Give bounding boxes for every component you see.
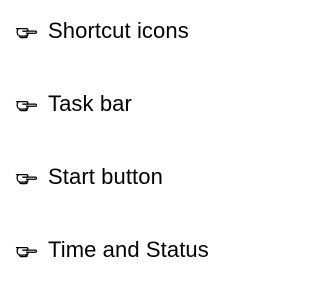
- list-item-label: Task bar: [48, 91, 132, 116]
- pointing-hand-icon: [14, 165, 38, 189]
- pointing-hand-icon: [14, 92, 38, 116]
- pointing-hand-icon: [14, 19, 38, 43]
- list-item: Task bar: [14, 84, 132, 124]
- bulleted-list: Shortcut icons Task bar Start button Tim…: [14, 0, 292, 284]
- pointing-hand-icon: [14, 238, 38, 262]
- list-item-label: Shortcut icons: [48, 18, 189, 43]
- list-item-label: Start button: [48, 164, 163, 189]
- list-item: Time and Status: [14, 230, 209, 270]
- list-item: Shortcut icons: [14, 11, 189, 51]
- list-item-label: Time and Status: [48, 237, 209, 262]
- list-item: Start button: [14, 157, 163, 197]
